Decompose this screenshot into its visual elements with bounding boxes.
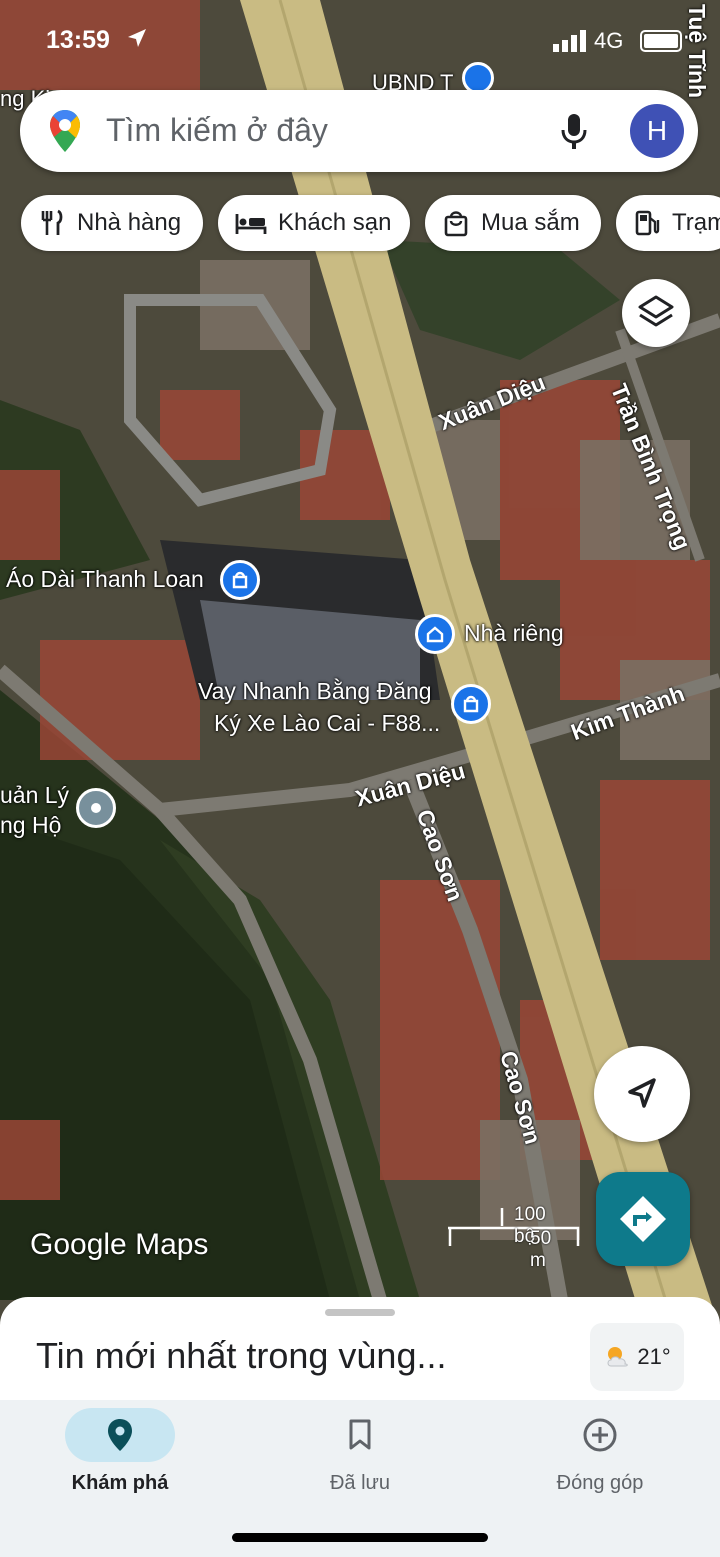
search-bar[interactable]: Tìm kiếm ở đây H xyxy=(20,90,698,172)
search-input[interactable]: Tìm kiếm ở đây xyxy=(106,112,328,149)
nav-explore[interactable]: Khám phá xyxy=(0,1408,240,1495)
chip-label: Mua sắm xyxy=(481,209,580,236)
home-indicator xyxy=(232,1533,488,1542)
add-circle-icon xyxy=(583,1418,617,1452)
shopping-icon xyxy=(444,211,468,237)
shopping-bag-icon[interactable] xyxy=(451,684,491,724)
nav-saved[interactable]: Đã lưu xyxy=(240,1408,480,1495)
chip-label: Trạm xyxy=(672,209,720,236)
chip-gas[interactable]: Trạm xyxy=(616,195,720,251)
google-maps-logo-icon xyxy=(50,110,80,152)
partly-cloudy-icon xyxy=(607,1347,629,1367)
poi-label-nha-rieng[interactable]: Nhà riêng xyxy=(464,620,564,647)
poi-label-vay-line2[interactable]: Ký Xe Lào Cai - F88... xyxy=(214,710,440,737)
battery-icon xyxy=(640,30,682,52)
weather-chip[interactable]: 21° xyxy=(590,1323,684,1391)
temperature: 21° xyxy=(637,1344,671,1369)
nav-label: Đóng góp xyxy=(556,1472,644,1494)
chip-hotels[interactable]: Khách sạn xyxy=(218,195,410,251)
layers-button[interactable] xyxy=(622,279,690,347)
poi-label-vay-line1[interactable]: Vay Nhanh Bằng Đăng xyxy=(198,678,432,705)
poi-label-ao-dai[interactable]: Áo Dài Thanh Loan xyxy=(6,566,204,593)
status-bar: 13:59 4G xyxy=(0,22,720,62)
gas-station-icon xyxy=(635,210,660,236)
home-icon[interactable] xyxy=(415,614,455,654)
signal-icon xyxy=(553,30,586,52)
place-marker-icon[interactable] xyxy=(76,788,116,828)
nav-contribute[interactable]: Đóng góp xyxy=(480,1408,720,1495)
explore-pin-icon xyxy=(108,1419,132,1451)
chip-label: Nhà hàng xyxy=(77,209,182,236)
bookmark-icon xyxy=(349,1419,371,1450)
directions-button[interactable] xyxy=(596,1172,690,1266)
shopping-bag-icon[interactable] xyxy=(220,560,260,600)
network-type: 4G xyxy=(594,28,624,53)
avatar[interactable]: H xyxy=(630,104,684,158)
microphone-icon[interactable] xyxy=(560,112,588,152)
hotel-icon xyxy=(235,214,267,234)
status-time: 13:59 xyxy=(46,26,110,54)
poi-label-quan-ly-line1[interactable]: uản Lý xyxy=(0,782,69,809)
scale-meters: 50 m xyxy=(530,1228,552,1271)
restaurant-icon xyxy=(41,209,63,235)
google-maps-watermark: Google Maps xyxy=(30,1228,209,1261)
layers-icon xyxy=(638,295,674,327)
latest-news-title[interactable]: Tin mới nhất trong vùng... xyxy=(36,1335,446,1377)
my-location-button[interactable] xyxy=(594,1046,690,1142)
directions-icon xyxy=(620,1196,666,1242)
location-arrow-icon xyxy=(128,29,146,47)
sheet-drag-handle[interactable] xyxy=(325,1309,395,1316)
chip-shopping[interactable]: Mua sắm xyxy=(425,195,601,251)
chip-label: Khách sạn xyxy=(278,209,392,236)
poi-label-quan-ly-line2[interactable]: ng Hộ xyxy=(0,812,61,839)
navigation-arrow-icon xyxy=(628,1078,656,1108)
nav-label: Đã lưu xyxy=(329,1472,391,1494)
chip-restaurants[interactable]: Nhà hàng xyxy=(21,195,203,251)
nav-label: Khám phá xyxy=(71,1472,169,1494)
